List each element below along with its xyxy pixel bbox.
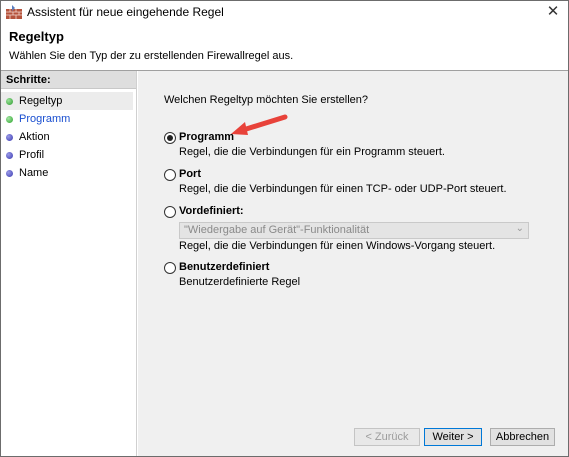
option-description: Benutzerdefinierte Regel xyxy=(179,276,301,288)
predefined-rule-select: "Wiedergabe auf Gerät"-Funktionalität ⌄ xyxy=(179,222,529,239)
page-header: Regeltyp Wählen Sie den Typ der zu erste… xyxy=(1,23,568,71)
page-title: Regeltyp xyxy=(9,29,64,44)
main-content: Welchen Regeltyp möchten Sie erstellen? … xyxy=(138,71,568,456)
sidebar-item-label: Name xyxy=(19,167,49,179)
sidebar-item-name[interactable]: Name xyxy=(1,164,133,182)
sidebar-item-aktion[interactable]: Aktion xyxy=(1,128,133,146)
option-label[interactable]: Vordefiniert: xyxy=(179,205,244,217)
annotation-arrow-icon xyxy=(231,114,288,135)
radio-vordefiniert[interactable] xyxy=(164,206,176,218)
radio-programm[interactable] xyxy=(164,132,176,144)
page-subtitle: Wählen Sie den Typ der zu erstellenden F… xyxy=(9,50,294,62)
sidebar-item-label: Regeltyp xyxy=(19,95,63,107)
sidebar-item-label: Aktion xyxy=(19,131,50,143)
back-button[interactable]: < Zurück xyxy=(354,428,420,446)
option-label[interactable]: Port xyxy=(179,168,201,180)
option-description: Regel, die die Verbindungen für ein Prog… xyxy=(179,146,445,158)
rule-type-question: Welchen Regeltyp möchten Sie erstellen? xyxy=(164,94,369,106)
window-title: Assistent für neue eingehende Regel xyxy=(27,5,224,19)
firewall-icon xyxy=(6,5,22,19)
sidebar-item-label: Programm xyxy=(19,113,71,125)
steps-title: Schritte: xyxy=(1,71,136,89)
radio-port[interactable] xyxy=(164,169,176,181)
step-status-icon xyxy=(6,170,13,177)
step-status-icon xyxy=(6,116,13,123)
option-description: Regel, die die Verbindungen für einen Wi… xyxy=(179,240,496,252)
wizard-window: Assistent für neue eingehende Regel ✕ Re… xyxy=(0,0,569,457)
sidebar-item-profil[interactable]: Profil xyxy=(1,146,133,164)
radio-benutzerdefiniert[interactable] xyxy=(164,262,176,274)
step-status-icon xyxy=(6,152,13,159)
option-description: Regel, die die Verbindungen für einen TC… xyxy=(179,183,507,195)
sidebar-item-programm[interactable]: Programm xyxy=(1,110,133,128)
chevron-down-icon: ⌄ xyxy=(515,223,524,234)
sidebar-item-label: Profil xyxy=(19,149,45,161)
option-label[interactable]: Programm xyxy=(179,131,234,143)
step-status-icon xyxy=(6,98,13,105)
sidebar-item-regeltyp[interactable]: Regeltyp xyxy=(1,92,133,110)
cancel-button[interactable]: Abbrechen xyxy=(490,428,555,446)
step-status-icon xyxy=(6,134,13,141)
steps-sidebar: Schritte: Regeltyp Programm Aktion Profi… xyxy=(1,71,137,456)
predefined-select-value: "Wiedergabe auf Gerät"-Funktionalität xyxy=(184,224,370,236)
next-button[interactable]: Weiter > xyxy=(424,428,482,446)
option-label[interactable]: Benutzerdefiniert xyxy=(179,261,269,273)
title-bar: Assistent für neue eingehende Regel ✕ xyxy=(1,1,568,23)
close-icon[interactable]: ✕ xyxy=(544,3,562,21)
